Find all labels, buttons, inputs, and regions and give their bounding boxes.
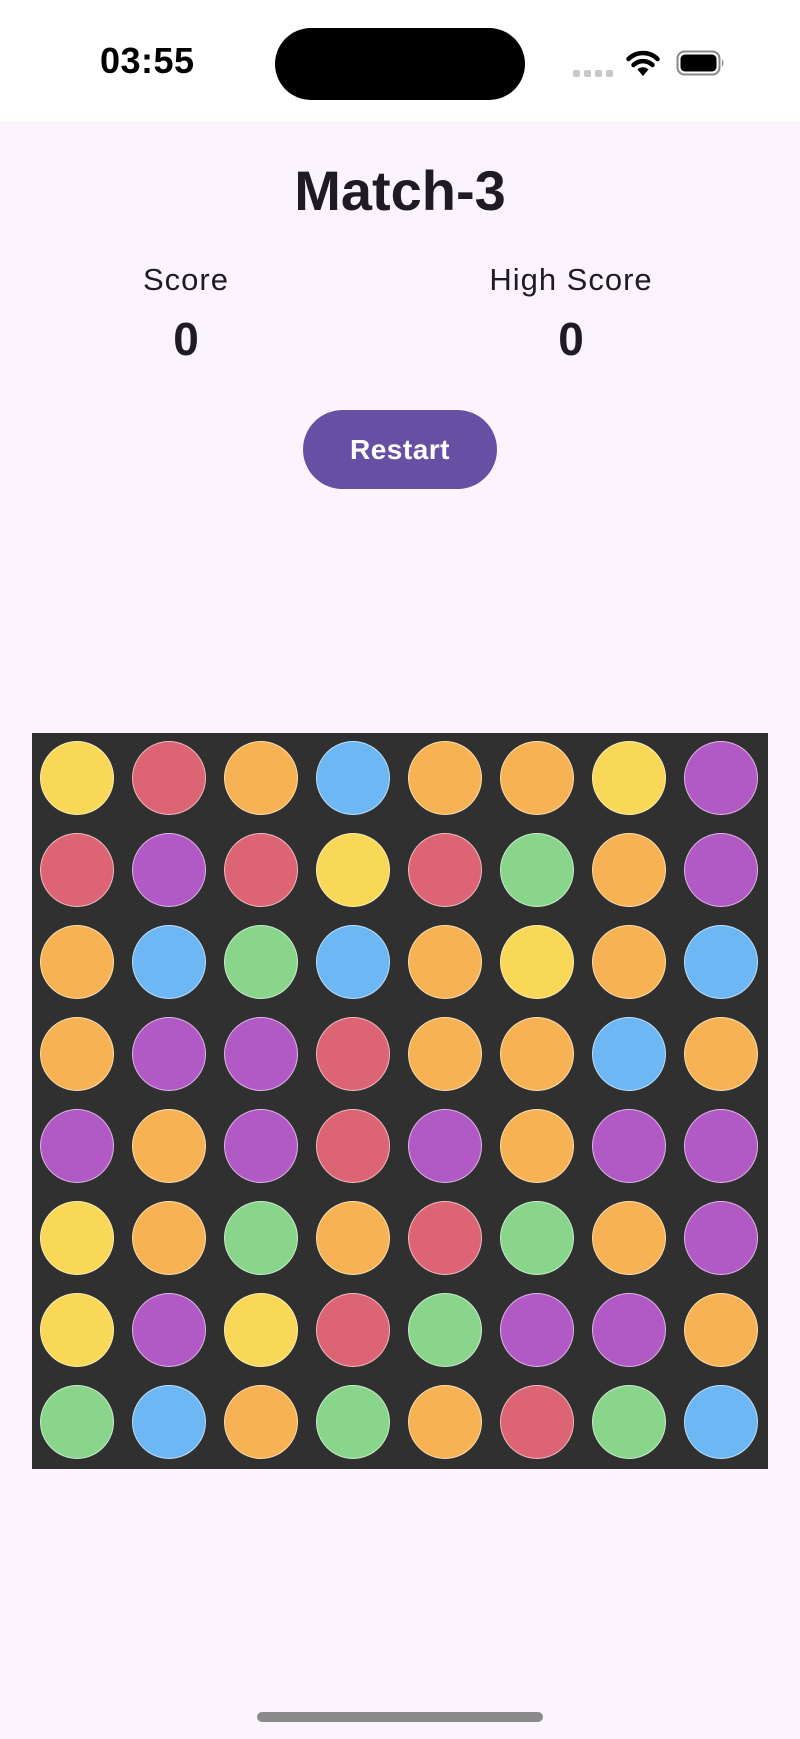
wifi-icon (626, 50, 660, 76)
orange-gem[interactable] (408, 1017, 482, 1091)
purple-gem[interactable] (592, 1109, 666, 1183)
red-gem[interactable] (132, 741, 206, 815)
status-bar: 03:55 (0, 0, 800, 122)
orange-gem[interactable] (224, 741, 298, 815)
purple-gem[interactable] (40, 1109, 114, 1183)
purple-gem[interactable] (132, 1293, 206, 1367)
red-gem[interactable] (224, 833, 298, 907)
orange-gem[interactable] (592, 925, 666, 999)
green-gem[interactable] (592, 1385, 666, 1459)
dynamic-island (275, 28, 525, 100)
high-score-label: High Score (489, 262, 653, 297)
green-gem[interactable] (408, 1293, 482, 1367)
blue-gem[interactable] (684, 925, 758, 999)
yellow-gem[interactable] (500, 925, 574, 999)
red-gem[interactable] (408, 1201, 482, 1275)
yellow-gem[interactable] (592, 741, 666, 815)
yellow-gem[interactable] (40, 741, 114, 815)
score-value: 0 (173, 313, 199, 365)
purple-gem[interactable] (684, 1109, 758, 1183)
purple-gem[interactable] (132, 833, 206, 907)
red-gem[interactable] (316, 1017, 390, 1091)
game-title: Match-3 (294, 159, 506, 222)
orange-gem[interactable] (408, 925, 482, 999)
purple-gem[interactable] (684, 741, 758, 815)
red-gem[interactable] (500, 1385, 574, 1459)
orange-gem[interactable] (40, 925, 114, 999)
green-gem[interactable] (316, 1385, 390, 1459)
orange-gem[interactable] (408, 1385, 482, 1459)
restart-button[interactable]: Restart (303, 410, 497, 489)
yellow-gem[interactable] (316, 833, 390, 907)
cellular-signal-icon (573, 70, 613, 77)
orange-gem[interactable] (500, 741, 574, 815)
status-time: 03:55 (100, 40, 195, 81)
orange-gem[interactable] (500, 1109, 574, 1183)
red-gem[interactable] (316, 1109, 390, 1183)
purple-gem[interactable] (132, 1017, 206, 1091)
purple-gem[interactable] (592, 1293, 666, 1367)
green-gem[interactable] (224, 1201, 298, 1275)
orange-gem[interactable] (684, 1017, 758, 1091)
blue-gem[interactable] (592, 1017, 666, 1091)
high-score-panel: High Score 0 (421, 262, 721, 366)
blue-gem[interactable] (132, 1385, 206, 1459)
red-gem[interactable] (316, 1293, 390, 1367)
yellow-gem[interactable] (224, 1293, 298, 1367)
green-gem[interactable] (224, 925, 298, 999)
orange-gem[interactable] (592, 833, 666, 907)
red-gem[interactable] (40, 833, 114, 907)
blue-gem[interactable] (316, 925, 390, 999)
orange-gem[interactable] (224, 1385, 298, 1459)
green-gem[interactable] (500, 833, 574, 907)
score-panel: Score 0 (36, 262, 336, 366)
purple-gem[interactable] (408, 1109, 482, 1183)
orange-gem[interactable] (132, 1201, 206, 1275)
orange-gem[interactable] (684, 1293, 758, 1367)
battery-icon (676, 50, 724, 76)
orange-gem[interactable] (592, 1201, 666, 1275)
purple-gem[interactable] (224, 1017, 298, 1091)
yellow-gem[interactable] (40, 1201, 114, 1275)
blue-gem[interactable] (316, 741, 390, 815)
orange-gem[interactable] (408, 741, 482, 815)
high-score-value: 0 (558, 313, 584, 365)
purple-gem[interactable] (224, 1109, 298, 1183)
purple-gem[interactable] (684, 833, 758, 907)
orange-gem[interactable] (500, 1017, 574, 1091)
game-board (32, 733, 768, 1469)
purple-gem[interactable] (684, 1201, 758, 1275)
home-indicator[interactable] (257, 1712, 543, 1722)
green-gem[interactable] (500, 1201, 574, 1275)
blue-gem[interactable] (684, 1385, 758, 1459)
purple-gem[interactable] (500, 1293, 574, 1367)
orange-gem[interactable] (316, 1201, 390, 1275)
orange-gem[interactable] (40, 1017, 114, 1091)
red-gem[interactable] (408, 833, 482, 907)
blue-gem[interactable] (132, 925, 206, 999)
green-gem[interactable] (40, 1385, 114, 1459)
yellow-gem[interactable] (40, 1293, 114, 1367)
score-label: Score (143, 262, 229, 297)
orange-gem[interactable] (132, 1109, 206, 1183)
